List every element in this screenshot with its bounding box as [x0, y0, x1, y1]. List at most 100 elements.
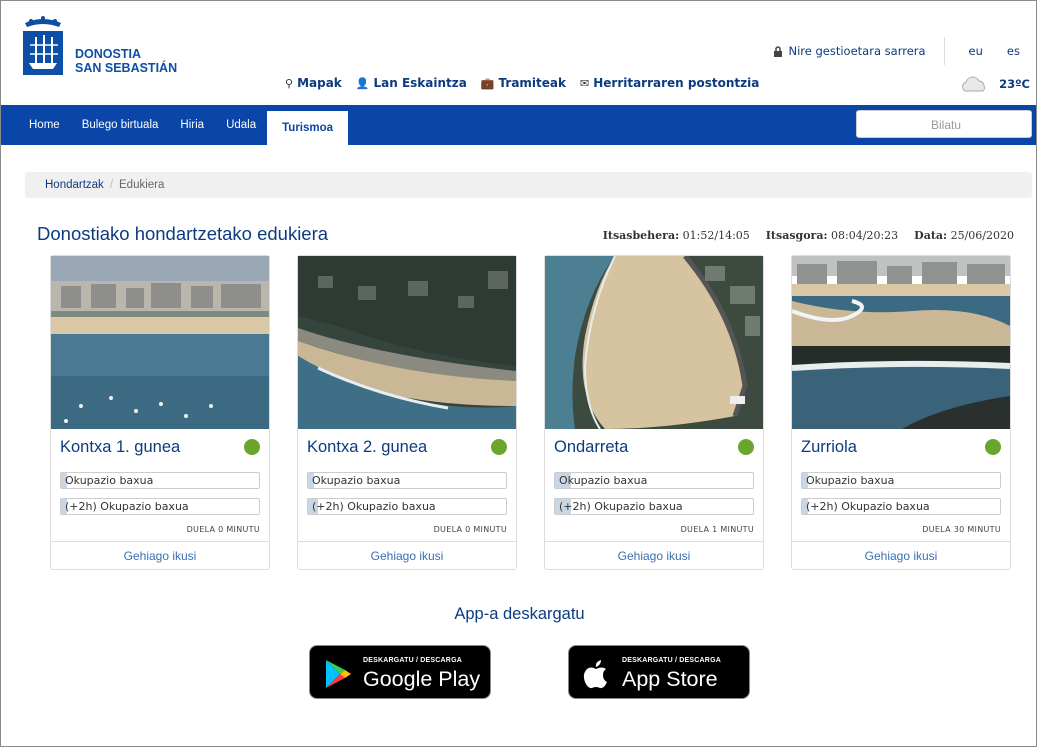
login-link[interactable]: Nire gestioetara sarrera — [773, 37, 945, 65]
updated-ago: DUELA 1 MINUTU — [680, 525, 754, 534]
link-mapak[interactable]: ⚲ Mapak — [285, 76, 342, 90]
beach-card-zurriola: Zurriola Okupazio baxua (+2h) Okupazio b… — [791, 255, 1011, 570]
status-dot — [491, 439, 507, 455]
beach-name[interactable]: Kontxa 1. gunea — [60, 438, 180, 457]
beach-webcam-image[interactable] — [792, 256, 1010, 429]
page-title: Donostiako hondartzetako edukiera — [37, 223, 329, 244]
date-label: Data: — [914, 229, 948, 242]
beach-header: Ondarreta — [554, 436, 754, 458]
link-lan-eskaintza[interactable]: 👤 Lan Eskaintza — [356, 76, 467, 90]
link-tramiteak-label: Tramiteak — [498, 76, 566, 90]
site-header: DONOSTIA SAN SEBASTIÁN ⚲ Mapak 👤 Lan Eskai… — [1, 1, 1036, 105]
google-play-label: Google Play — [363, 667, 481, 691]
city-crest-icon — [23, 16, 63, 75]
occupancy-later-bar: (+2h) Okupazio baxua — [307, 498, 507, 515]
app-store-label: App Store — [622, 667, 718, 691]
lang-eu-link[interactable]: eu — [969, 44, 983, 58]
beach-webcam-image[interactable] — [545, 256, 763, 429]
app-store-small-text: DESKARGATU / DESCARGA — [622, 657, 721, 664]
beach-name[interactable]: Ondarreta — [554, 438, 628, 457]
apple-icon — [583, 660, 607, 689]
status-dot — [244, 439, 260, 455]
date-info: Data: 25/06/2020 — [914, 229, 1014, 242]
google-play-button[interactable]: DESKARGATU / DESCARGA Google Play — [309, 645, 491, 699]
main-navigation: Home Bulego birtuala Hiria Udala Turismo… — [1, 105, 1036, 145]
occupancy-now-bar: Okupazio baxua — [554, 472, 754, 489]
tide-info: Itsasbehera: 01:52/14:05 Itsasgora: 08:0… — [603, 229, 1014, 242]
occupancy-later-label: (+2h) Okupazio baxua — [559, 500, 683, 513]
breadcrumb-link-hondartzak[interactable]: Hondartzak — [45, 179, 104, 191]
occupancy-later-label: (+2h) Okupazio baxua — [65, 500, 189, 513]
occupancy-later-bar: (+2h) Okupazio baxua — [801, 498, 1001, 515]
updated-ago: DUELA 30 MINUTU — [922, 525, 1001, 534]
occupancy-later-label: (+2h) Okupazio baxua — [312, 500, 436, 513]
brand-line-2: SAN SEBASTIÁN — [75, 61, 178, 75]
occupancy-now-label: Okupazio baxua — [559, 474, 648, 487]
high-tide: Itsasgora: 08:04/20:23 — [766, 229, 898, 242]
cloud-icon — [962, 76, 985, 92]
see-more-link[interactable]: Gehiago ikusi — [298, 541, 516, 571]
high-tide-value: 08:04/20:23 — [831, 229, 899, 242]
occupancy-now-label: Okupazio baxua — [312, 474, 401, 487]
beach-webcam-image[interactable] — [298, 256, 516, 429]
app-store-button[interactable]: DESKARGATU / DESCARGA App Store — [568, 645, 750, 699]
map-pin-icon: ⚲ — [285, 76, 294, 90]
occupancy-now-label: Okupazio baxua — [65, 474, 154, 487]
brand-name: DONOSTIA SAN SEBASTIÁN — [75, 47, 177, 75]
menu-item-bulego-birtuala[interactable]: Bulego birtuala — [71, 105, 170, 145]
beach-card-kontxa-2: Kontxa 2. gunea Okupazio baxua (+2h) Oku… — [297, 255, 517, 570]
beach-webcam-image[interactable] — [51, 256, 269, 429]
breadcrumb-current: Edukiera — [119, 179, 165, 191]
site-logo[interactable]: DONOSTIA SAN SEBASTIÁN — [21, 15, 177, 77]
updated-ago: DUELA 0 MINUTU — [186, 525, 260, 534]
link-postontzia-label: Herritarraren postontzia — [593, 76, 760, 90]
google-play-icon — [326, 660, 351, 688]
search-input[interactable] — [857, 111, 1035, 139]
beach-card-ondarreta: Ondarreta Okupazio baxua (+2h) Okupazio … — [544, 255, 764, 570]
occupancy-later-bar: (+2h) Okupazio baxua — [60, 498, 260, 515]
beach-name[interactable]: Zurriola — [801, 438, 857, 457]
menu-item-home[interactable]: Home — [18, 105, 71, 145]
beach-cards: Kontxa 1. gunea Okupazio baxua (+2h) Oku… — [50, 255, 1011, 570]
beach-header: Kontxa 1. gunea — [60, 436, 260, 458]
breadcrumb-separator: / — [109, 179, 114, 191]
link-tramiteak[interactable]: 💼 Tramiteak — [481, 76, 566, 90]
occupancy-now-bar: Okupazio baxua — [60, 472, 260, 489]
occupancy-later-label: (+2h) Okupazio baxua — [806, 500, 930, 513]
link-lan-eskaintza-label: Lan Eskaintza — [373, 76, 467, 90]
app-download-title: App-a deskargatu — [454, 605, 585, 623]
occupancy-now-bar: Okupazio baxua — [307, 472, 507, 489]
low-tide-label: Itsasbehera: — [602, 229, 680, 242]
status-dot — [985, 439, 1001, 455]
link-postontzia[interactable]: ✉ Herritarraren postontzia — [580, 76, 759, 90]
date-value: 25/06/2020 — [950, 229, 1014, 242]
google-play-small-text: DESKARGATU / DESCARGA — [363, 657, 462, 664]
breadcrumb: Hondartzak / Edukiera — [25, 172, 1032, 198]
lang-es-link[interactable]: es — [1007, 44, 1020, 58]
link-mapak-label: Mapak — [297, 76, 342, 90]
beach-header: Zurriola — [801, 436, 1001, 458]
brand-line-1: DONOSTIA — [75, 47, 141, 61]
low-tide-value: 01:52/14:05 — [682, 229, 750, 242]
see-more-link[interactable]: Gehiago ikusi — [792, 541, 1010, 571]
menu-item-udala[interactable]: Udala — [215, 105, 267, 145]
menu-item-hiria[interactable]: Hiria — [169, 105, 215, 145]
user-icon: 👤 — [355, 76, 370, 90]
envelope-icon: ✉ — [580, 76, 590, 90]
occupancy-now-bar: Okupazio baxua — [801, 472, 1001, 489]
menu-item-turismoa[interactable]: Turismoa — [267, 111, 349, 145]
see-more-link[interactable]: Gehiago ikusi — [51, 541, 269, 571]
see-more-link[interactable]: Gehiago ikusi — [545, 541, 763, 571]
weather-widget: 23ºC — [959, 75, 1030, 93]
top-links: ⚲ Mapak 👤 Lan Eskaintza 💼 Tramiteak ✉ Herrit… — [285, 76, 759, 90]
beach-card-kontxa-1: Kontxa 1. gunea Okupazio baxua (+2h) Oku… — [50, 255, 270, 570]
login-label: Nire gestioetara sarrera — [788, 44, 926, 58]
lock-icon — [774, 45, 783, 57]
status-dot — [738, 439, 754, 455]
occupancy-later-bar: (+2h) Okupazio baxua — [554, 498, 754, 515]
updated-ago: DUELA 0 MINUTU — [433, 525, 507, 534]
briefcase-icon: 💼 — [480, 76, 495, 90]
weather-temperature: 23ºC — [999, 77, 1030, 91]
beach-name[interactable]: Kontxa 2. gunea — [307, 438, 427, 457]
search-box — [856, 110, 1035, 139]
